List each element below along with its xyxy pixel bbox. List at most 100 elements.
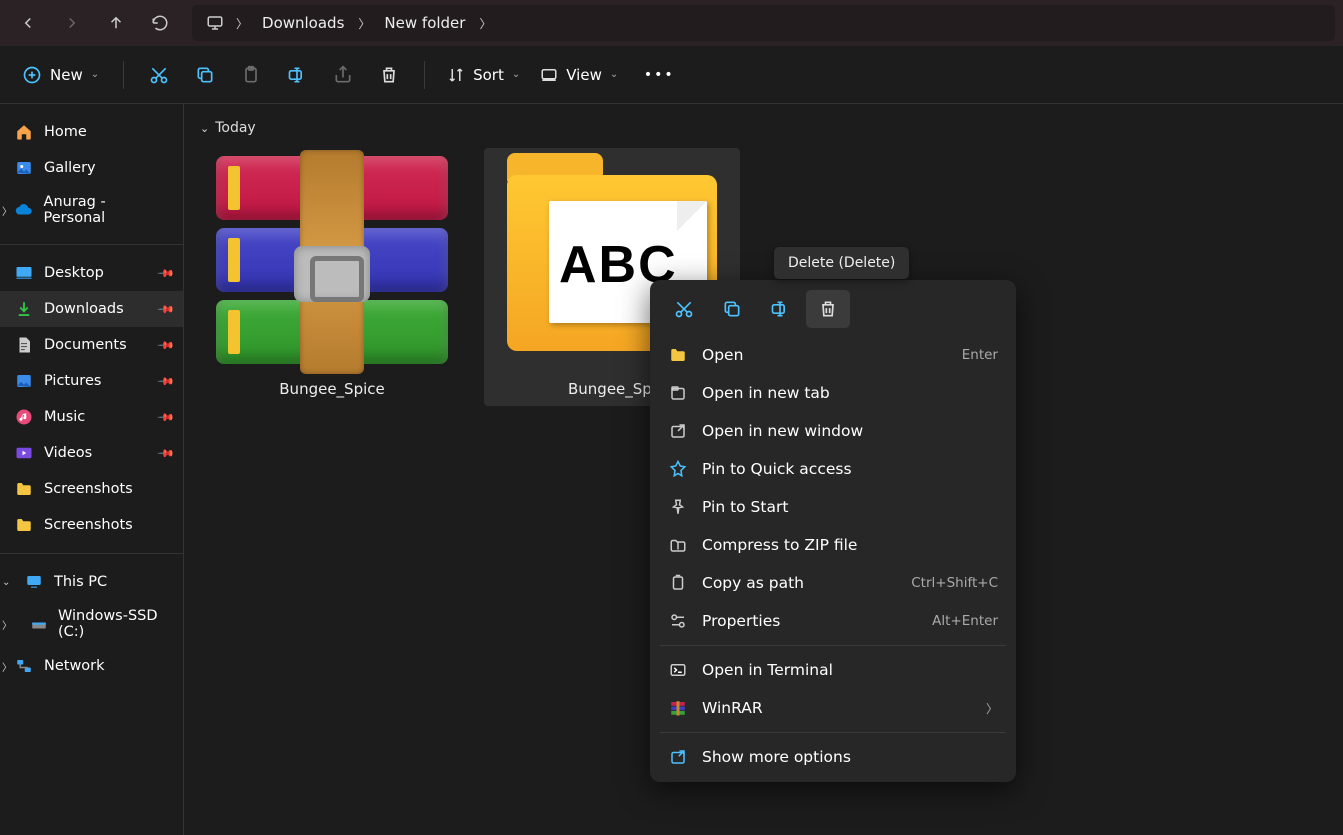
group-header-today[interactable]: ⌄ Today <box>192 116 1335 148</box>
winrar-icon <box>668 699 688 717</box>
drive-icon <box>30 614 48 634</box>
sidebar-item-label: Gallery <box>44 160 96 176</box>
gallery-icon <box>14 158 34 178</box>
document-icon <box>14 335 34 355</box>
new-label: New <box>50 66 83 84</box>
sidebar-item-label: Music <box>44 409 85 425</box>
more-button[interactable]: ••• <box>638 54 680 96</box>
context-menu-toolbar <box>650 286 1016 336</box>
ctx-label: Open in new tab <box>702 384 830 402</box>
sidebar-item-label: Desktop <box>44 265 104 281</box>
separator <box>660 732 1006 733</box>
ctx-terminal[interactable]: Open in Terminal <box>650 651 1016 689</box>
sidebar-item-downloads[interactable]: Downloads 📌 <box>0 291 183 327</box>
file-name-label: Bungee_Spice <box>212 380 452 398</box>
sidebar-drive-c[interactable]: 〉 Windows-SSD (C:) <box>0 600 183 648</box>
breadcrumb-new-folder[interactable]: New folder <box>376 10 473 36</box>
sidebar-item-desktop[interactable]: Desktop 📌 <box>0 255 183 291</box>
sidebar-this-pc[interactable]: ⌄ This PC <box>0 564 183 600</box>
video-icon <box>14 443 34 463</box>
sidebar-item-videos[interactable]: Videos 📌 <box>0 435 183 471</box>
network-icon <box>14 656 34 676</box>
breadcrumb[interactable]: 〉 Downloads 〉 New folder 〉 <box>192 5 1335 41</box>
pin-icon: 📌 <box>157 444 176 463</box>
ctx-label: Pin to Start <box>702 498 788 516</box>
chevron-down-icon: ⌄ <box>200 122 209 135</box>
sidebar-item-screenshots1[interactable]: Screenshots <box>0 471 183 507</box>
ctx-label: Properties <box>702 612 780 630</box>
separator <box>123 61 124 89</box>
chevron-right-icon: 〉 <box>986 700 998 717</box>
ctx-label: WinRAR <box>702 699 763 717</box>
expand-icon[interactable]: 〉 <box>2 659 12 674</box>
sidebar-item-screenshots2[interactable]: Screenshots <box>0 507 183 543</box>
breadcrumb-separator: 〉 <box>477 15 493 32</box>
pin-icon: 📌 <box>157 408 176 427</box>
pc-icon[interactable] <box>200 8 230 38</box>
expand-icon[interactable]: 〉 <box>2 203 12 218</box>
sidebar-item-music[interactable]: Music 📌 <box>0 399 183 435</box>
view-button[interactable]: View ⌄ <box>532 60 626 90</box>
separator <box>0 244 183 245</box>
folder-icon <box>14 515 34 535</box>
ctx-zip[interactable]: Compress to ZIP file <box>650 526 1016 564</box>
back-button[interactable] <box>8 3 48 43</box>
properties-icon <box>668 612 688 630</box>
sidebar-item-label: Pictures <box>44 373 101 389</box>
rename-button[interactable] <box>276 54 318 96</box>
ctx-delete-button[interactable] <box>806 290 850 328</box>
copy-button[interactable] <box>184 54 226 96</box>
ctx-rename-button[interactable] <box>758 290 802 328</box>
ctx-cut-button[interactable] <box>662 290 706 328</box>
separator <box>660 645 1006 646</box>
ctx-pin-quick[interactable]: Pin to Quick access <box>650 450 1016 488</box>
ctx-new-window[interactable]: Open in new window <box>650 412 1016 450</box>
title-nav-bar: 〉 Downloads 〉 New folder 〉 <box>0 0 1343 46</box>
ctx-new-tab[interactable]: Open in new tab <box>650 374 1016 412</box>
sidebar-item-label: Home <box>44 124 87 140</box>
pin-icon: 📌 <box>157 336 176 355</box>
ctx-more-options[interactable]: Show more options <box>650 738 1016 776</box>
ctx-shortcut: Enter <box>962 347 998 363</box>
breadcrumb-downloads[interactable]: Downloads <box>254 10 352 36</box>
sidebar-item-pictures[interactable]: Pictures 📌 <box>0 363 183 399</box>
sort-label: Sort <box>473 66 504 84</box>
group-label: Today <box>215 120 256 136</box>
new-button[interactable]: New ⌄ <box>12 59 109 91</box>
cut-button[interactable] <box>138 54 180 96</box>
sidebar-home[interactable]: Home <box>0 114 183 150</box>
refresh-button[interactable] <box>140 3 180 43</box>
toolbar: New ⌄ Sort ⌄ View ⌄ ••• <box>0 46 1343 104</box>
ctx-winrar[interactable]: WinRAR 〉 <box>650 689 1016 727</box>
paste-button[interactable] <box>230 54 272 96</box>
ctx-label: Open in new window <box>702 422 863 440</box>
forward-button[interactable] <box>52 3 92 43</box>
sidebar-network[interactable]: 〉 Network <box>0 648 183 684</box>
expand-icon[interactable]: ⌄ <box>2 577 10 588</box>
ctx-properties[interactable]: Properties Alt+Enter <box>650 602 1016 640</box>
sidebar-item-documents[interactable]: Documents 📌 <box>0 327 183 363</box>
sidebar-onedrive[interactable]: 〉 Anurag - Personal <box>0 186 183 234</box>
ctx-copy-path[interactable]: Copy as path Ctrl+Shift+C <box>650 564 1016 602</box>
ctx-label: Pin to Quick access <box>702 460 852 478</box>
file-item-rar[interactable]: Bungee_Spice <box>204 148 460 406</box>
sidebar-gallery[interactable]: Gallery <box>0 150 183 186</box>
ctx-open[interactable]: Open Enter <box>650 336 1016 374</box>
up-button[interactable] <box>96 3 136 43</box>
share-button[interactable] <box>322 54 364 96</box>
ctx-copy-button[interactable] <box>710 290 754 328</box>
cloud-icon <box>14 200 34 220</box>
folder-icon <box>14 479 34 499</box>
pin-icon: 📌 <box>157 372 176 391</box>
ctx-shortcut: Alt+Enter <box>932 613 998 629</box>
sidebar-item-label: Windows-SSD (C:) <box>58 608 169 640</box>
delete-button[interactable] <box>368 54 410 96</box>
zip-icon <box>668 536 688 554</box>
ctx-pin-start[interactable]: Pin to Start <box>650 488 1016 526</box>
ctx-label: Open <box>702 346 743 364</box>
context-menu: Open Enter Open in new tab Open in new w… <box>650 280 1016 782</box>
sort-button[interactable]: Sort ⌄ <box>439 60 528 90</box>
separator <box>424 61 425 89</box>
expand-icon[interactable]: 〉 <box>2 617 12 632</box>
sidebar-item-label: Documents <box>44 337 127 353</box>
